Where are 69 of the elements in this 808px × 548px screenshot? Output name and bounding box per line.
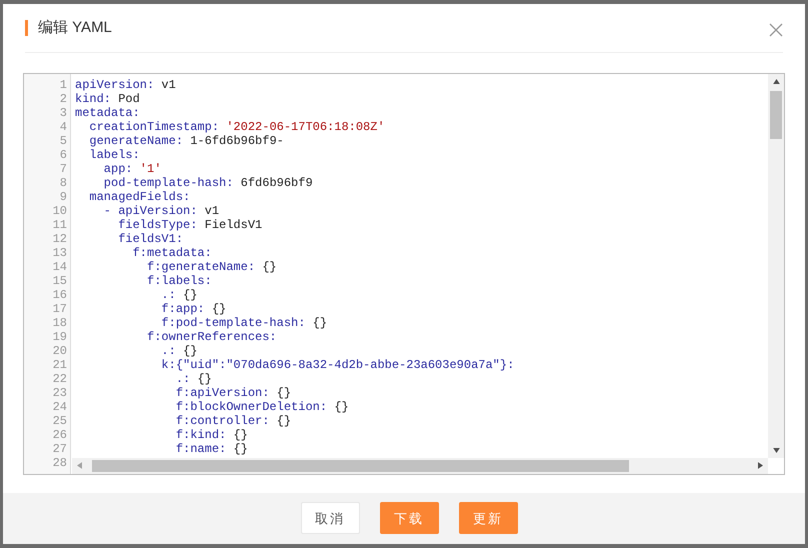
- line-number: 22: [52, 372, 67, 386]
- line-number: 21: [52, 358, 67, 372]
- code-line: f:blockOwnerDeletion: {}: [174, 400, 349, 414]
- line-number: 12: [52, 232, 67, 246]
- line-number: 23: [52, 386, 67, 400]
- left-arrow-icon[interactable]: [77, 462, 82, 470]
- code-line: kind: Pod: [75, 92, 140, 106]
- code-line: app: '1': [102, 162, 162, 176]
- scrollbar-thumb[interactable]: [770, 90, 782, 139]
- up-arrow-icon[interactable]: [772, 78, 780, 84]
- code-line: f:ownerReferences:: [146, 330, 277, 344]
- line-number: 2: [58, 92, 67, 106]
- right-arrow-icon[interactable]: [758, 462, 763, 470]
- primary-button[interactable]: 下载: [380, 502, 438, 534]
- scrollbar-thumb[interactable]: [92, 460, 629, 472]
- code-line: f:app: {}: [160, 302, 226, 316]
- line-number: 27: [52, 442, 67, 456]
- down-arrow-icon[interactable]: [772, 448, 780, 453]
- code-line: .: {}: [160, 288, 198, 302]
- line-number: 28: [52, 456, 67, 470]
- line-number: 7: [58, 162, 67, 176]
- line-number: 8: [58, 176, 67, 190]
- line-number: 13: [52, 246, 67, 260]
- horizontal-scrollbar[interactable]: [72, 458, 768, 474]
- line-number: 1: [58, 78, 67, 92]
- code-line: managedFields:: [88, 190, 190, 204]
- line-number: 20: [52, 344, 67, 358]
- code-line: apiVersion: v1: [75, 78, 176, 92]
- accent-bar-icon: [25, 20, 28, 36]
- code-line: - apiVersion: v1: [102, 204, 220, 218]
- dialog-title: 编辑 YAML: [38, 18, 112, 38]
- line-number: 24: [52, 400, 67, 414]
- code-line: f:pod-template-hash: {}: [160, 316, 328, 330]
- line-number: 3: [58, 106, 67, 120]
- code-line: .: {}: [160, 344, 198, 358]
- line-number: 6: [58, 148, 67, 162]
- line-number: 26: [52, 428, 67, 442]
- code-line: k:{"uid":"070da696-8a32-4d2b-abbe-23a603e90a7a"}:: [160, 358, 514, 372]
- code-line: f:name: {}: [174, 442, 248, 456]
- line-number: 16: [52, 288, 67, 302]
- line-number: 10: [52, 204, 67, 218]
- code-line: f:apiVersion: {}: [174, 386, 292, 400]
- line-number: 11: [52, 218, 67, 232]
- code-line: f:metadata:: [132, 246, 212, 260]
- code-line: f:kind: {}: [174, 428, 248, 442]
- code-line: pod-template-hash: 6fd6b96bf9: [102, 176, 313, 190]
- code-line: creationTimestamp: '2022-06-17T06:18:08Z': [88, 120, 385, 134]
- vertical-scrollbar[interactable]: [768, 74, 784, 458]
- code-line: .: {}: [174, 372, 212, 386]
- cancel-button[interactable]: 取消: [300, 502, 360, 534]
- code-line: metadata:: [75, 106, 140, 120]
- code-line: generateName: 1-6fd6b96bf9-: [88, 134, 284, 148]
- line-number: 5: [58, 134, 67, 148]
- line-number: 9: [58, 190, 67, 204]
- code-line: labels:: [88, 148, 140, 162]
- line-number: 14: [52, 260, 67, 274]
- line-number: 25: [52, 414, 67, 428]
- line-number: 19: [52, 330, 67, 344]
- code-line: fieldsType: FieldsV1: [117, 218, 262, 232]
- code-line: fieldsV1:: [117, 232, 184, 246]
- primary-button[interactable]: 更新: [458, 502, 518, 534]
- close-icon[interactable]: [769, 22, 783, 37]
- line-number: 4: [58, 120, 67, 134]
- code-line: f:generateName: {}: [146, 260, 277, 274]
- line-number: 18: [52, 316, 67, 330]
- code-line: f:controller: {}: [174, 414, 292, 428]
- line-number: 15: [52, 274, 67, 288]
- code-line: f:labels:: [146, 274, 212, 288]
- line-number: 17: [52, 302, 67, 316]
